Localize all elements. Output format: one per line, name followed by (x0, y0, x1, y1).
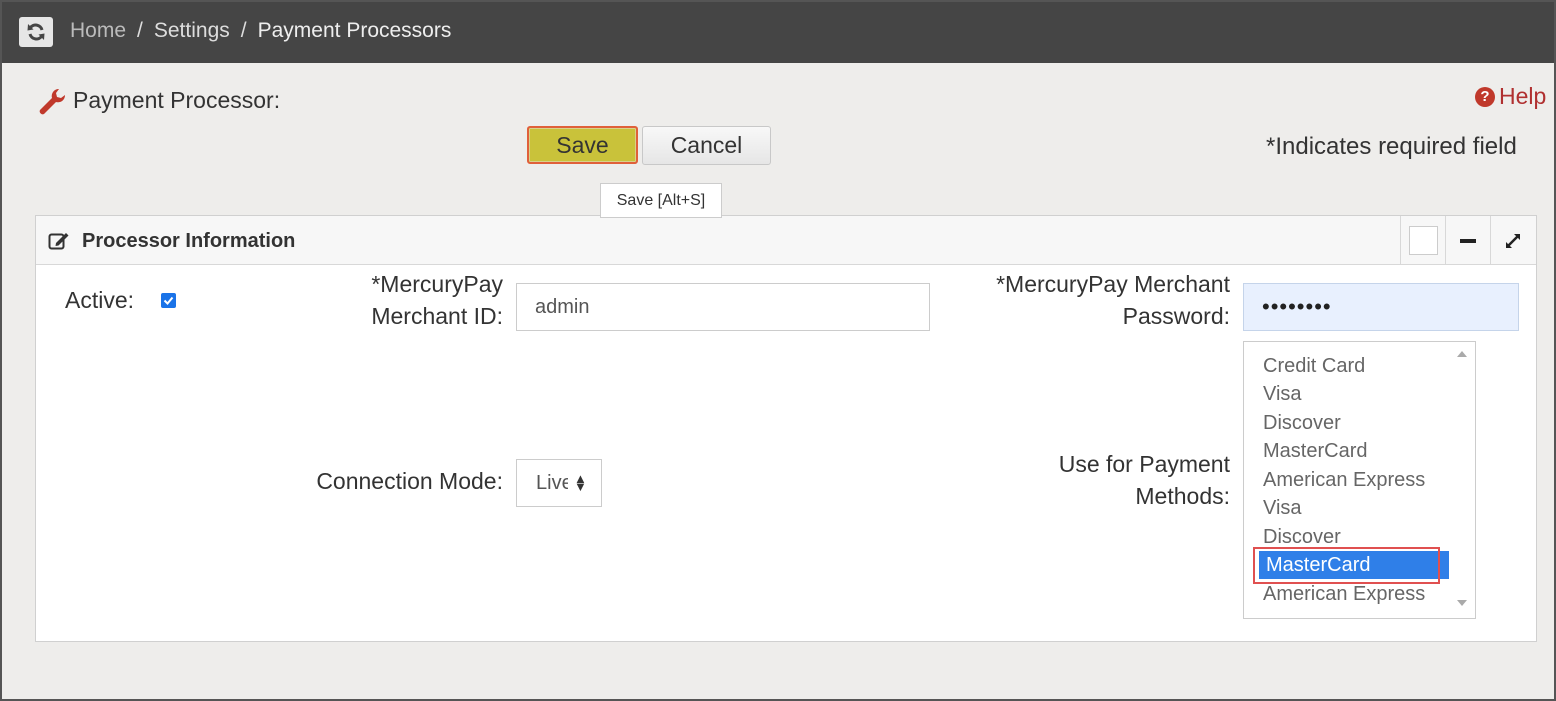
breadcrumb-settings[interactable]: Settings (154, 19, 230, 42)
checkmark-icon (163, 296, 174, 305)
panel-title: Processor Information (82, 230, 296, 252)
required-field-note: *Indicates required field (1266, 133, 1517, 160)
connection-mode-select[interactable]: Live ▲▼ (516, 459, 602, 507)
merchant-id-input[interactable]: admin (516, 283, 930, 331)
merchant-password-input[interactable]: •••••••• (1243, 283, 1519, 331)
breadcrumb-home[interactable]: Home (70, 19, 126, 42)
breadcrumb-current: Payment Processors (257, 19, 452, 42)
scroll-down-icon[interactable] (1457, 600, 1467, 606)
expand-icon (1506, 233, 1520, 248)
refresh-icon (27, 23, 45, 41)
merchant-id-value: admin (535, 295, 590, 318)
help-icon: ? (1475, 86, 1495, 107)
panel-expand-button[interactable] (1490, 216, 1535, 265)
panel-header: Processor Information (36, 216, 1536, 265)
top-bar: Home / Settings / Payment Processors (0, 0, 1556, 63)
cancel-button[interactable]: Cancel (642, 126, 771, 165)
breadcrumb-separator: / (137, 19, 143, 42)
select-arrows-icon: ▲ ▼ (574, 471, 587, 494)
payment-methods-label: Use for Payment Methods: (1058, 451, 1230, 509)
page-title: Payment Processor: (73, 87, 281, 113)
connection-mode-label: Connection Mode: (316, 468, 503, 494)
breadcrumb-separator: / (240, 19, 247, 42)
list-item[interactable]: MasterCard (1263, 437, 1367, 465)
minus-icon (1460, 238, 1476, 243)
blank-box (1408, 226, 1438, 255)
breadcrumb: Home / Settings / Payment Processors (70, 19, 451, 43)
panel-blank-button[interactable] (1400, 216, 1445, 265)
list-item[interactable]: Discover (1263, 409, 1341, 437)
list-item[interactable]: American Express (1263, 466, 1425, 494)
list-item[interactable]: Visa (1263, 494, 1302, 522)
list-item[interactable]: Credit Card (1263, 352, 1365, 380)
active-checkbox[interactable] (161, 293, 176, 308)
panel-minimize-button[interactable] (1445, 216, 1490, 265)
help-label: Help (1499, 83, 1547, 109)
list-item[interactable]: Discover (1263, 523, 1341, 551)
connection-mode-value: Live (536, 471, 568, 494)
scroll-up-icon[interactable] (1457, 351, 1467, 357)
merchant-password-label: *MercuryPay Merchant Password: (996, 271, 1230, 329)
edit-icon (48, 233, 69, 250)
merchant-id-label: *MercuryPay Merchant ID: (371, 271, 503, 329)
save-button[interactable]: Save (527, 126, 638, 164)
refresh-button[interactable] (19, 17, 53, 47)
wrench-icon (39, 88, 66, 115)
save-tooltip: Save [Alt+S] (600, 183, 722, 218)
help-link[interactable]: ? Help (1475, 83, 1546, 110)
list-item[interactable]: Visa (1263, 380, 1302, 408)
active-label: Active: (65, 287, 135, 313)
list-item-selected[interactable]: MasterCard (1259, 551, 1449, 579)
list-item[interactable]: American Express (1263, 580, 1425, 608)
payment-methods-listbox[interactable]: Credit Card Visa Discover MasterCard Ame… (1243, 341, 1476, 619)
merchant-password-value: •••••••• (1262, 294, 1332, 319)
